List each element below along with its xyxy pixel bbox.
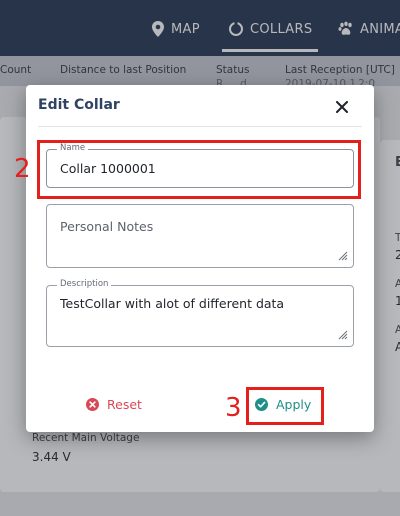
description-legend: Description — [57, 279, 112, 289]
annotation-step-2: 2 — [14, 154, 31, 184]
title-divider — [38, 126, 362, 127]
edit-collar-dialog: Edit Collar Name Collar 1000001 Personal… — [26, 85, 374, 432]
dialog-title: Edit Collar — [38, 97, 120, 113]
close-icon — [336, 101, 348, 113]
description-value[interactable]: TestCollar with alot of different data — [60, 296, 284, 311]
cancel-circle-icon — [86, 398, 99, 411]
annotation-box-name-field — [37, 140, 361, 199]
annotation-box-apply — [246, 387, 324, 425]
personal-notes-placeholder[interactable]: Personal Notes — [60, 219, 153, 234]
reset-button[interactable]: Reset — [86, 397, 142, 412]
personal-notes-field[interactable]: Personal Notes — [46, 204, 354, 268]
resize-handle-icon[interactable] — [336, 249, 348, 261]
resize-handle-icon[interactable] — [336, 328, 348, 340]
reset-label: Reset — [107, 397, 142, 412]
close-button[interactable] — [328, 93, 356, 121]
description-field[interactable]: Description TestCollar with alot of diff… — [46, 279, 354, 347]
annotation-step-3: 3 — [225, 393, 242, 423]
